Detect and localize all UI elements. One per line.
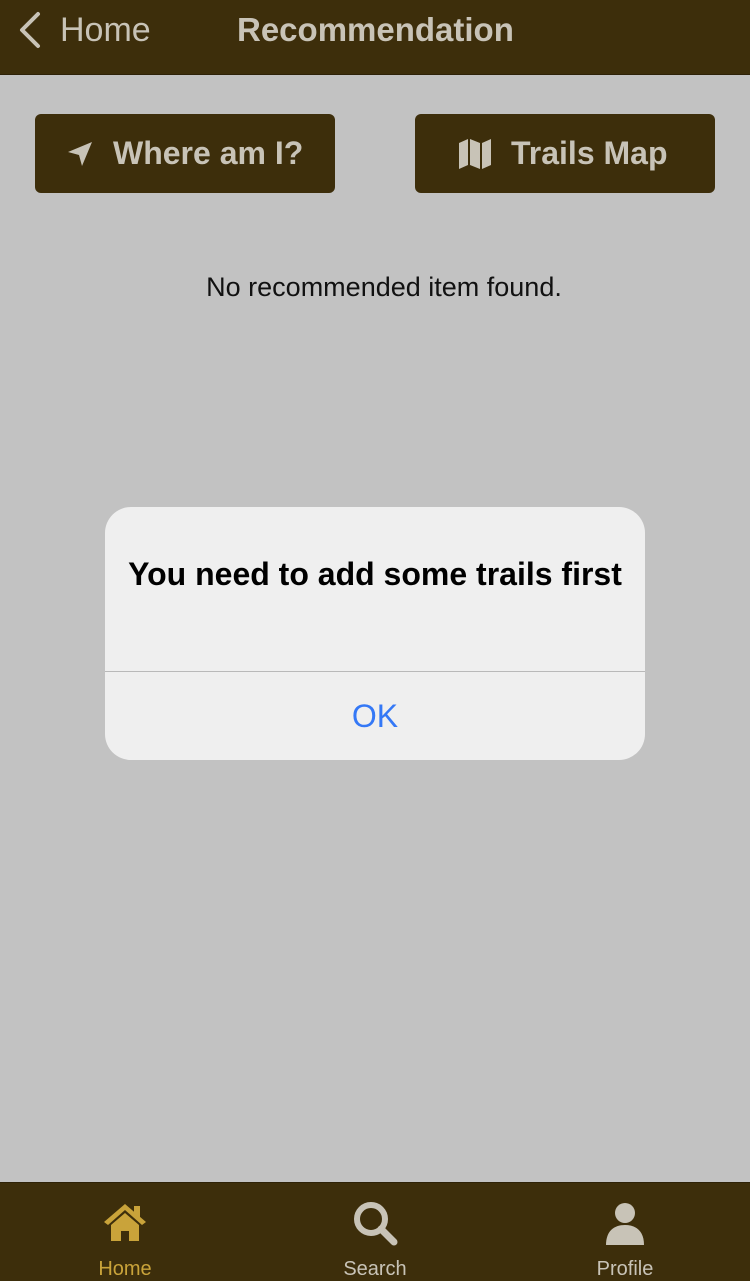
where-am-i-button[interactable]: Where am I? bbox=[35, 114, 335, 193]
location-arrow-icon bbox=[68, 141, 92, 166]
navigation-bar: Home Recommendation bbox=[0, 0, 750, 75]
tab-profile[interactable]: Profile bbox=[500, 1183, 750, 1281]
empty-state-message: No recommended item found. bbox=[206, 272, 562, 302]
map-icon bbox=[459, 138, 491, 169]
chevron-left-icon bbox=[20, 12, 40, 48]
profile-icon bbox=[606, 1203, 644, 1245]
home-icon bbox=[104, 1204, 146, 1241]
tab-search-label: Search bbox=[343, 1258, 407, 1280]
where-am-i-label: Where am I? bbox=[113, 135, 304, 171]
trails-map-button[interactable]: Trails Map bbox=[415, 114, 715, 193]
back-button[interactable]: Home bbox=[14, 8, 151, 52]
back-button-label: Home bbox=[60, 10, 151, 49]
alert-dialog: You need to add some trails first OK bbox=[105, 507, 645, 760]
tab-home[interactable]: Home bbox=[0, 1183, 250, 1281]
trails-map-label: Trails Map bbox=[511, 135, 668, 171]
page-title: Recommendation bbox=[237, 11, 514, 48]
alert-ok-button[interactable]: OK bbox=[105, 672, 645, 760]
tab-bar: Home Search Profile bbox=[0, 1182, 750, 1281]
tab-search[interactable]: Search bbox=[250, 1183, 500, 1281]
search-icon bbox=[354, 1202, 398, 1246]
tab-profile-label: Profile bbox=[596, 1258, 654, 1280]
tab-home-label: Home bbox=[98, 1258, 152, 1280]
alert-message: You need to add some trails first bbox=[128, 556, 622, 592]
